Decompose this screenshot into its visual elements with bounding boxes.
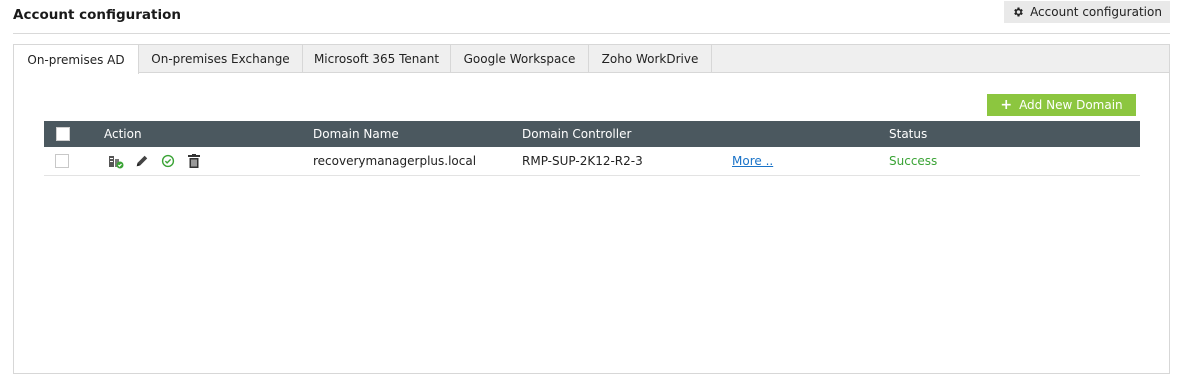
column-header-status: Status — [889, 127, 928, 141]
column-header-domain-name: Domain Name — [313, 127, 399, 141]
tab-label: Google Workspace — [463, 52, 576, 66]
account-configuration-button-label: Account configuration — [1030, 5, 1162, 19]
table-header: Action Domain Name Domain Controller Sta… — [44, 121, 1140, 147]
gear-icon — [1012, 6, 1024, 18]
tab-on-premises-ad[interactable]: On-premises AD — [14, 45, 139, 74]
more-link[interactable]: More .. — [732, 147, 773, 175]
plus-icon: + — [1000, 97, 1013, 113]
column-header-domain-controller: Domain Controller — [522, 127, 632, 141]
column-header-action: Action — [104, 127, 142, 141]
check-circle-icon[interactable] — [160, 153, 176, 169]
tab-on-premises-exchange[interactable]: On-premises Exchange — [139, 45, 303, 73]
tab-label: On-premises AD — [27, 52, 125, 67]
domain-controller-cell: RMP-SUP-2K12-R2-3 — [522, 154, 643, 168]
tab-microsoft-365-tenant[interactable]: Microsoft 365 Tenant — [303, 45, 451, 73]
tab-bar: On-premises AD On-premises Exchange Micr… — [14, 45, 1169, 74]
tab-label: On-premises Exchange — [151, 52, 290, 66]
domain-name-cell: recoverymanagerplus.local — [313, 154, 477, 168]
domain-settings-icon[interactable] — [108, 153, 124, 169]
row-actions — [108, 147, 202, 175]
edit-icon[interactable] — [134, 153, 150, 169]
add-new-domain-label: Add New Domain — [1019, 98, 1123, 112]
title-divider — [13, 33, 1170, 34]
account-configuration-panel: On-premises AD On-premises Exchange Micr… — [13, 44, 1170, 374]
select-all-checkbox[interactable] — [56, 127, 70, 141]
delete-icon[interactable] — [186, 153, 202, 169]
tab-label: Microsoft 365 Tenant — [313, 52, 440, 66]
account-configuration-button[interactable]: Account configuration — [1004, 1, 1170, 23]
tab-label: Zoho WorkDrive — [601, 52, 699, 66]
add-new-domain-button[interactable]: + Add New Domain — [987, 94, 1136, 116]
row-checkbox[interactable] — [55, 154, 69, 168]
page-title: Account configuration — [13, 7, 182, 23]
tab-google-workspace[interactable]: Google Workspace — [451, 45, 589, 73]
table-row: recoverymanagerplus.local RMP-SUP-2K12-R… — [44, 147, 1140, 176]
status-badge: Success — [889, 154, 938, 168]
tab-zoho-workdrive[interactable]: Zoho WorkDrive — [589, 45, 712, 73]
